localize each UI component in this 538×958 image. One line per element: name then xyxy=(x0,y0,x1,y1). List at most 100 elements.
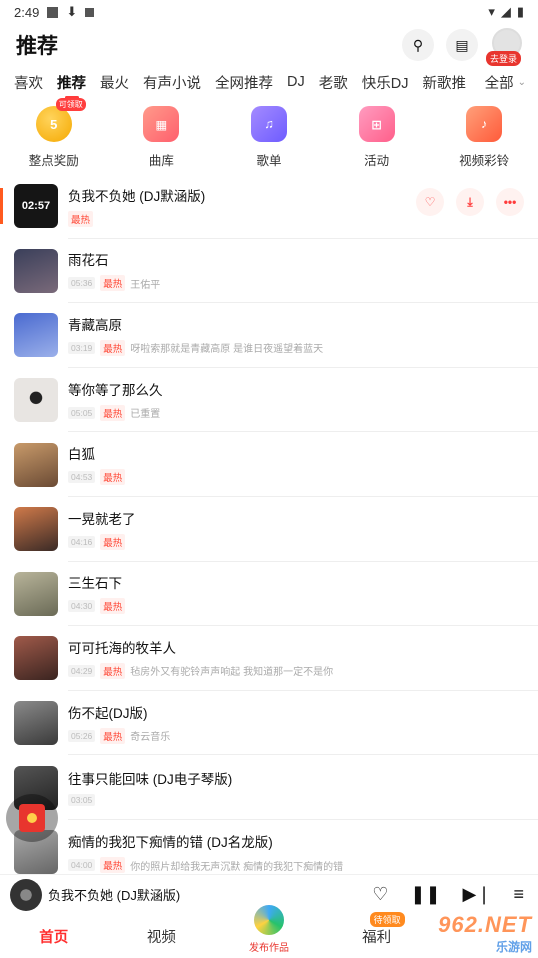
song-row[interactable]: 雨花石 05:36 最热 王佑平 xyxy=(0,239,538,304)
song-row[interactable]: 伤不起(DJ版) 05:26 最热 奇云音乐 xyxy=(0,691,538,756)
quick-playlist[interactable]: ♫ 歌单 xyxy=(224,106,314,174)
heart-icon[interactable]: ♡ xyxy=(372,884,388,905)
search-button[interactable]: ⚲ xyxy=(402,29,434,61)
hot-badge: 最热 xyxy=(100,727,126,744)
song-cover xyxy=(14,701,58,746)
song-row[interactable]: 等你等了那么久 05:05 最热 已重置 xyxy=(0,368,538,433)
favorite-button[interactable]: ♡ xyxy=(416,188,444,216)
more-button[interactable]: ••• xyxy=(496,188,524,216)
quick-video-ringtone[interactable]: ♪ 视频彩铃 xyxy=(439,106,529,174)
status-bar: 2:49 ⬇ ▾ ◢ ▮ xyxy=(0,0,538,24)
pause-icon[interactable]: ❚❚ xyxy=(410,884,440,905)
more-icon: ••• xyxy=(503,195,517,209)
song-duration: 05:26 xyxy=(68,729,96,742)
red-packet-icon xyxy=(19,804,45,832)
tab-happy-dj[interactable]: 快乐DJ xyxy=(362,72,409,93)
gift-icon: ⊞ xyxy=(358,106,395,142)
message-button[interactable]: ▤ xyxy=(446,29,478,61)
playlist-icon: ♫ xyxy=(250,106,287,142)
song-row[interactable]: 往事只能回味 (DJ电子琴版) 03:05 xyxy=(0,755,538,820)
song-cover xyxy=(14,507,58,552)
download-icon: ⬇ xyxy=(66,4,78,19)
tab-audiobook[interactable]: 有声小说 xyxy=(143,72,201,93)
nav-publish[interactable]: 发布作品 xyxy=(224,902,314,954)
song-artist: 王佑平 xyxy=(130,279,161,291)
hot-badge: 最热 xyxy=(68,210,94,227)
login-avatar[interactable]: 去登录 xyxy=(486,28,524,66)
publish-label: 发布作品 xyxy=(248,942,289,954)
song-cover xyxy=(14,248,58,293)
hot-badge: 最热 xyxy=(100,662,126,679)
song-artist: 毡房外又有驼铃声声响起 我知道那一定不是你 xyxy=(130,667,334,679)
player-title[interactable]: 负我不负她 (DJ默涵版) xyxy=(48,885,372,904)
song-duration: 04:53 xyxy=(68,471,96,484)
tab-all-label: 全部 xyxy=(484,75,514,92)
song-title: 白狐 xyxy=(68,447,95,463)
hot-badge: 最热 xyxy=(100,469,126,486)
quick-entries: 5 可领取 整点奖励 ▦ 曲库 ♫ 歌单 ⊞ 活动 ♪ 视频彩铃 xyxy=(0,98,538,174)
hot-badge: 最热 xyxy=(100,857,126,874)
tab-likes[interactable]: 喜欢 xyxy=(14,72,43,93)
download-icon: ⤓ xyxy=(467,194,473,209)
nav-home[interactable]: 首页 xyxy=(9,926,99,947)
song-row[interactable]: 02:57 负我不负她 (DJ默涵版) 最热 ♡ ⤓ ••• xyxy=(0,174,538,239)
pending-badge: 待领取 xyxy=(369,911,405,927)
song-artist: 你的照片却给我无声沉默 痴情的我犯下痴情的错 xyxy=(130,861,344,873)
message-icon: ▤ xyxy=(455,36,469,53)
song-artist: 呀啦索那就是青藏高原 是谁日夜遥望着蓝天 xyxy=(130,344,324,356)
song-row[interactable]: 白狐 04:53 最热 xyxy=(0,432,538,497)
tab-dj[interactable]: DJ xyxy=(287,74,305,90)
heart-icon: ♡ xyxy=(424,195,436,209)
status-time: 2:49 xyxy=(14,4,40,20)
song-list: 02:57 负我不负她 (DJ默涵版) 最热 ♡ ⤓ ••• 雨花石 05:36… xyxy=(0,174,538,885)
song-title: 雨花石 xyxy=(68,253,109,269)
playlist-queue-icon[interactable]: ≡ xyxy=(513,884,524,905)
song-duration: 03:19 xyxy=(68,341,96,354)
hot-badge: 最热 xyxy=(100,598,126,615)
quick-library[interactable]: ▦ 曲库 xyxy=(116,106,206,174)
song-title: 伤不起(DJ版) xyxy=(68,705,148,721)
red-packet-float-button[interactable] xyxy=(6,794,58,842)
song-artist: 已重置 xyxy=(130,409,161,421)
song-cover: 02:57 xyxy=(14,184,58,229)
song-title: 往事只能回味 (DJ电子琴版) xyxy=(68,772,233,788)
song-title: 可可托海的牧羊人 xyxy=(68,640,176,656)
app-notification-icon xyxy=(85,7,95,17)
tab-all-button[interactable]: 全部 ⌄ xyxy=(476,66,538,98)
song-row[interactable]: 一晃就老了 04:16 最热 xyxy=(0,497,538,562)
quick-activity[interactable]: ⊞ 活动 xyxy=(332,106,422,174)
chevron-down-icon: ⌄ xyxy=(517,76,526,88)
login-tag[interactable]: 去登录 xyxy=(486,51,522,66)
player-cover[interactable] xyxy=(10,878,42,911)
song-cover xyxy=(14,571,58,616)
song-duration: 05:05 xyxy=(68,406,96,419)
nav-welfare-label: 福利 xyxy=(362,929,392,946)
library-icon: ▦ xyxy=(143,106,180,142)
nav-welfare[interactable]: 待领取 福利 xyxy=(332,911,422,947)
song-title: 痴情的我犯下痴情的错 (DJ名龙版) xyxy=(68,835,273,851)
signal-icon: ◢ xyxy=(500,4,511,19)
tab-hottest[interactable]: 最火 xyxy=(100,72,129,93)
tab-oldies[interactable]: 老歌 xyxy=(319,72,348,93)
song-title: 青藏高原 xyxy=(68,317,122,333)
song-artist: 奇云音乐 xyxy=(130,732,171,744)
quick-hourly-reward[interactable]: 5 可领取 整点奖励 xyxy=(9,98,99,174)
song-cover xyxy=(14,442,58,487)
next-icon[interactable]: ▶❘ xyxy=(463,884,492,905)
song-duration: 04:16 xyxy=(68,535,96,548)
song-row[interactable]: 三生石下 04:30 最热 xyxy=(0,562,538,627)
nav-video[interactable]: 视频 xyxy=(116,926,206,947)
hot-badge: 最热 xyxy=(100,404,126,421)
song-row[interactable]: 可可托海的牧羊人 04:29 最热 毡房外又有驼铃声声响起 我知道那一定不是你 xyxy=(0,626,538,691)
song-cover xyxy=(14,636,58,681)
tab-recommend[interactable]: 推荐 xyxy=(57,72,86,93)
tab-new-songs[interactable]: 新歌推 xyxy=(422,72,466,93)
hot-badge: 最热 xyxy=(100,533,126,550)
site-watermark: 962.NET 乐游网 xyxy=(438,912,532,954)
quick-label: 曲库 xyxy=(148,154,174,168)
song-row[interactable]: 青藏高原 03:19 最热 呀啦索那就是青藏高原 是谁日夜遥望着蓝天 xyxy=(0,303,538,368)
tab-network-recommend[interactable]: 全网推荐 xyxy=(215,72,273,93)
notification-square-icon xyxy=(47,6,59,18)
download-button[interactable]: ⤓ xyxy=(456,188,484,216)
song-duration: 04:29 xyxy=(68,664,96,677)
